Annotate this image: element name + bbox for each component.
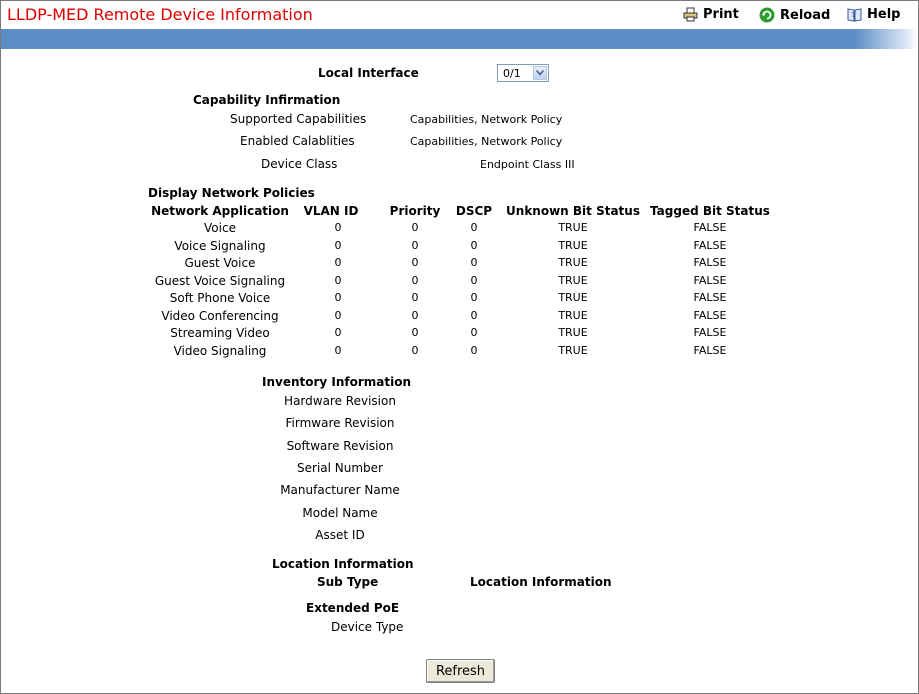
table-cell: Soft Phone Voice <box>169 291 271 305</box>
inventory-item-label: Firmware Revision <box>285 416 395 431</box>
table-cell: TRUE <box>558 326 588 339</box>
table-cell: 0 <box>411 326 419 339</box>
table-cell: 0 <box>334 273 342 287</box>
table-cell: 0 <box>470 308 478 322</box>
table-cell: Video Signaling <box>173 343 267 358</box>
table-cell: TRUE <box>558 273 588 287</box>
table-cell: 0 <box>411 273 419 287</box>
inventory-item-label: Manufacturer Name <box>280 483 400 498</box>
print-label: Print <box>703 7 739 22</box>
table-cell: Video Conferencing <box>161 308 279 323</box>
extended-poe-heading: Extended PoE <box>306 601 400 615</box>
inventory-item-label: Hardware Revision <box>284 394 396 408</box>
table-cell: 0 <box>470 326 478 339</box>
table-cell: 0 <box>334 238 342 252</box>
device-class-value: Endpoint Class III <box>480 158 575 171</box>
table-cell: FALSE <box>693 326 727 339</box>
table-cell: 0 <box>411 308 419 322</box>
table-cell: Streaming Video <box>170 326 270 340</box>
column-header: VLAN ID <box>303 204 359 218</box>
table-cell: 0 <box>334 326 342 339</box>
table-cell: FALSE <box>693 238 727 252</box>
table-cell: 0 <box>411 221 419 234</box>
print-button[interactable]: Print <box>683 7 739 22</box>
svg-text:?: ? <box>852 11 856 19</box>
location-heading: Location Information <box>272 557 414 571</box>
printer-icon <box>683 7 698 22</box>
location-information-column-header: Location Information <box>470 575 612 589</box>
reload-button[interactable]: Reload <box>759 7 830 23</box>
table-cell: FALSE <box>693 343 727 357</box>
table-cell: Guest Voice <box>184 256 256 270</box>
table-cell: 0 <box>334 343 342 357</box>
column-header: DSCP <box>455 204 493 218</box>
capability-heading: Capability Infirmation <box>193 93 341 107</box>
column-header: Tagged Bit Status <box>650 204 770 218</box>
table-cell: Guest Voice Signaling <box>154 273 286 288</box>
table-cell: TRUE <box>558 238 588 252</box>
table-cell: 0 <box>411 256 419 269</box>
refresh-button[interactable]: Refresh <box>426 659 495 683</box>
page-frame: LLDP-MED Remote Device Information Print <box>0 0 919 694</box>
chevron-down-icon[interactable] <box>533 66 547 80</box>
table-cell: 0 <box>411 343 419 357</box>
table-cell: Voice <box>204 221 236 235</box>
table-cell: Voice Signaling <box>174 238 266 253</box>
table-cell: TRUE <box>558 291 588 304</box>
device-class-label: Device Class <box>261 157 338 171</box>
table-cell: 0 <box>470 291 478 304</box>
enabled-capabilities-label: Enabled Calablities <box>240 134 355 148</box>
inventory-item-label: Model Name <box>302 505 378 520</box>
table-cell: TRUE <box>558 343 588 357</box>
local-interface-value: 0/1 <box>503 67 521 80</box>
page-title: LLDP-MED Remote Device Information <box>7 5 313 24</box>
table-cell: 0 <box>334 256 342 269</box>
table-cell: FALSE <box>693 256 727 269</box>
table-cell: TRUE <box>558 221 588 234</box>
inventory-item-label: Asset ID <box>315 527 365 542</box>
table-cell: 0 <box>470 273 478 287</box>
inventory-item-label: Software Revision <box>286 438 394 453</box>
table-cell: 0 <box>334 221 342 234</box>
table-cell: FALSE <box>693 221 727 234</box>
table-cell: FALSE <box>693 308 727 322</box>
inventory-item-label: Serial Number <box>297 460 383 475</box>
inventory-heading: Inventory Information <box>262 375 412 389</box>
reload-label: Reload <box>780 7 831 23</box>
local-interface-label: Local Interface <box>318 66 419 80</box>
table-cell: 0 <box>334 291 342 304</box>
table-cell: TRUE <box>558 308 588 322</box>
supported-capabilities-label: Supported Capabilities <box>230 112 367 126</box>
table-cell: 0 <box>470 256 478 269</box>
table-cell: 0 <box>334 308 342 322</box>
column-header: Priority <box>389 204 441 218</box>
table-cell: 0 <box>470 238 478 252</box>
table-cell: TRUE <box>558 256 588 269</box>
column-header: Unknown Bit Status <box>506 204 640 218</box>
device-type-label: Device Type <box>331 620 404 634</box>
table-cell: 0 <box>411 291 419 304</box>
table-cell: 0 <box>470 221 478 234</box>
supported-capabilities-value: Capabilities, Network Policy <box>410 113 563 126</box>
header-bar <box>1 29 918 49</box>
header: LLDP-MED Remote Device Information Print <box>1 1 918 29</box>
column-header: Network Application <box>151 204 289 218</box>
table-cell: 0 <box>470 343 478 357</box>
local-interface-select[interactable]: 0/1 <box>497 64 549 82</box>
table-cell: 0 <box>411 238 419 252</box>
table-cell: FALSE <box>693 273 727 287</box>
policies-heading: Display Network Policies <box>148 186 315 200</box>
help-book-icon: ? <box>847 7 862 22</box>
table-cell: FALSE <box>693 291 727 304</box>
sub-type-column-header: Sub Type <box>317 575 379 589</box>
enabled-capabilities-value: Capabilities, Network Policy <box>410 135 563 148</box>
reload-icon <box>759 7 775 23</box>
help-button[interactable]: ? Help <box>847 7 900 22</box>
help-label: Help <box>867 7 901 22</box>
